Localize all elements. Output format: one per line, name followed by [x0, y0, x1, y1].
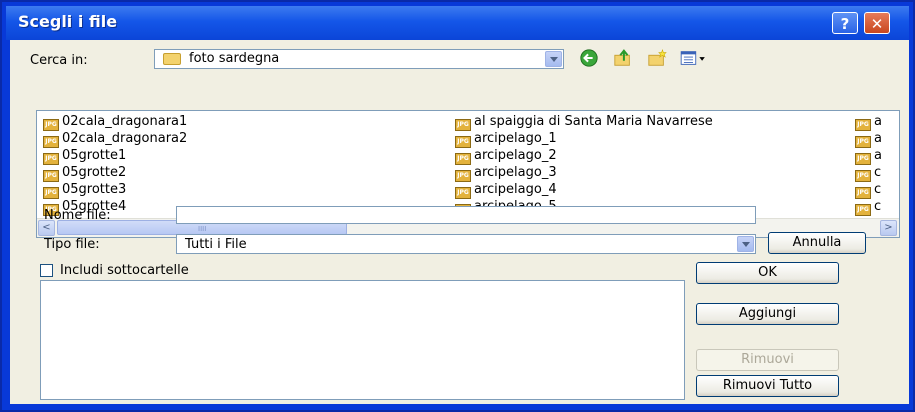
scroll-grip: IIII — [198, 225, 207, 233]
chevron-down-icon[interactable] — [545, 51, 562, 67]
jpg-file-icon: JPG — [455, 153, 471, 165]
file-name: c — [874, 199, 882, 214]
remove-button[interactable]: Rimuovi — [696, 349, 839, 371]
file-name: arcipelago_4 — [474, 182, 557, 197]
look-in-value: foto sardegna — [189, 51, 280, 66]
filetype-combo[interactable]: Tutti i File — [176, 234, 756, 254]
jpg-file-icon: JPG — [43, 119, 59, 131]
include-subfolders-checkbox[interactable] — [40, 264, 53, 277]
ok-button[interactable]: OK — [696, 262, 839, 284]
file-item[interactable]: JPG c — [855, 182, 882, 199]
remove-all-button[interactable]: Rimuovi Tutto — [696, 375, 839, 397]
include-subfolders-label: Includi sottocartelle — [60, 263, 189, 278]
window-title: Scegli i file — [18, 12, 118, 31]
filetype-value: Tutti i File — [185, 237, 247, 252]
file-name: arcipelago_2 — [474, 148, 557, 163]
file-item[interactable]: JPG c — [855, 199, 882, 216]
file-item[interactable]: JPG 05grotte1 — [43, 148, 127, 165]
file-item[interactable]: JPG 05grotte3 — [43, 182, 127, 199]
jpg-file-icon: JPG — [455, 170, 471, 182]
file-name: al spaiggia di Santa Maria Navarrese — [474, 114, 713, 129]
jpg-file-icon: JPG — [43, 187, 59, 199]
file-name: c — [874, 165, 882, 180]
file-item[interactable]: JPG 05grotte2 — [43, 165, 127, 182]
jpg-file-icon: JPG — [455, 187, 471, 199]
file-item[interactable]: JPG arcipelago_4 — [455, 182, 557, 199]
file-name: a — [874, 114, 882, 129]
jpg-file-icon: JPG — [855, 170, 871, 182]
file-name: 05grotte2 — [62, 165, 127, 180]
jpg-file-icon: JPG — [855, 187, 871, 199]
file-item[interactable]: JPG arcipelago_2 — [455, 148, 557, 165]
filename-input[interactable] — [176, 206, 756, 224]
close-button[interactable]: ✕ — [864, 12, 890, 34]
file-item[interactable]: JPG al spaiggia di Santa Maria Navarrese — [455, 114, 713, 131]
jpg-file-icon: JPG — [43, 153, 59, 165]
jpg-file-icon: JPG — [855, 204, 871, 216]
jpg-file-icon: JPG — [855, 136, 871, 148]
chevron-down-icon[interactable] — [737, 236, 754, 252]
file-name: c — [874, 182, 882, 197]
title-bar[interactable]: Scegli i file ? ✕ — [6, 6, 909, 40]
file-item[interactable]: JPG a — [855, 131, 882, 148]
add-button[interactable]: Aggiungi — [696, 303, 839, 325]
jpg-file-icon: JPG — [43, 136, 59, 148]
file-name: 02cala_dragonara1 — [62, 114, 188, 129]
file-item[interactable]: JPG 02cala_dragonara2 — [43, 131, 188, 148]
file-item[interactable]: JPG a — [855, 148, 882, 165]
file-name: a — [874, 148, 882, 163]
file-name: 05grotte1 — [62, 148, 127, 163]
help-button[interactable]: ? — [832, 12, 858, 34]
jpg-file-icon: JPG — [455, 136, 471, 148]
folder-icon — [163, 53, 181, 65]
jpg-file-icon: JPG — [855, 119, 871, 131]
cancel-button[interactable]: Annulla — [768, 232, 866, 254]
file-item[interactable]: JPG 02cala_dragonara1 — [43, 114, 188, 131]
file-name: 02cala_dragonara2 — [62, 131, 188, 146]
look-in-label: Cerca in: — [30, 53, 88, 68]
file-item[interactable]: JPG a — [855, 114, 882, 131]
jpg-file-icon: JPG — [455, 119, 471, 131]
look-in-combo[interactable]: foto sardegna — [154, 49, 564, 69]
jpg-file-icon: JPG — [43, 170, 59, 182]
scroll-right-button[interactable]: > — [880, 220, 897, 236]
filename-label: Nome file: — [44, 208, 111, 223]
selected-files-list[interactable] — [40, 280, 685, 400]
dialog-body: Cerca in: foto sardegna JPG 02cala_drago… — [10, 40, 909, 404]
file-dialog-window: Scegli i file ? ✕ Cerca in: foto sardegn… — [0, 0, 915, 412]
view-menu-icon[interactable] — [678, 48, 708, 68]
filetype-label: Tipo file: — [44, 237, 100, 252]
file-name: a — [874, 131, 882, 146]
file-item[interactable]: JPG arcipelago_1 — [455, 131, 557, 148]
back-arrow-icon[interactable] — [578, 48, 600, 68]
file-name: 05grotte3 — [62, 182, 127, 197]
file-item[interactable]: JPG arcipelago_3 — [455, 165, 557, 182]
new-folder-icon[interactable] — [646, 48, 668, 68]
file-name: arcipelago_1 — [474, 131, 557, 146]
up-folder-icon[interactable] — [612, 48, 634, 68]
file-item[interactable]: JPG c — [855, 165, 882, 182]
jpg-file-icon: JPG — [855, 153, 871, 165]
file-name: arcipelago_3 — [474, 165, 557, 180]
